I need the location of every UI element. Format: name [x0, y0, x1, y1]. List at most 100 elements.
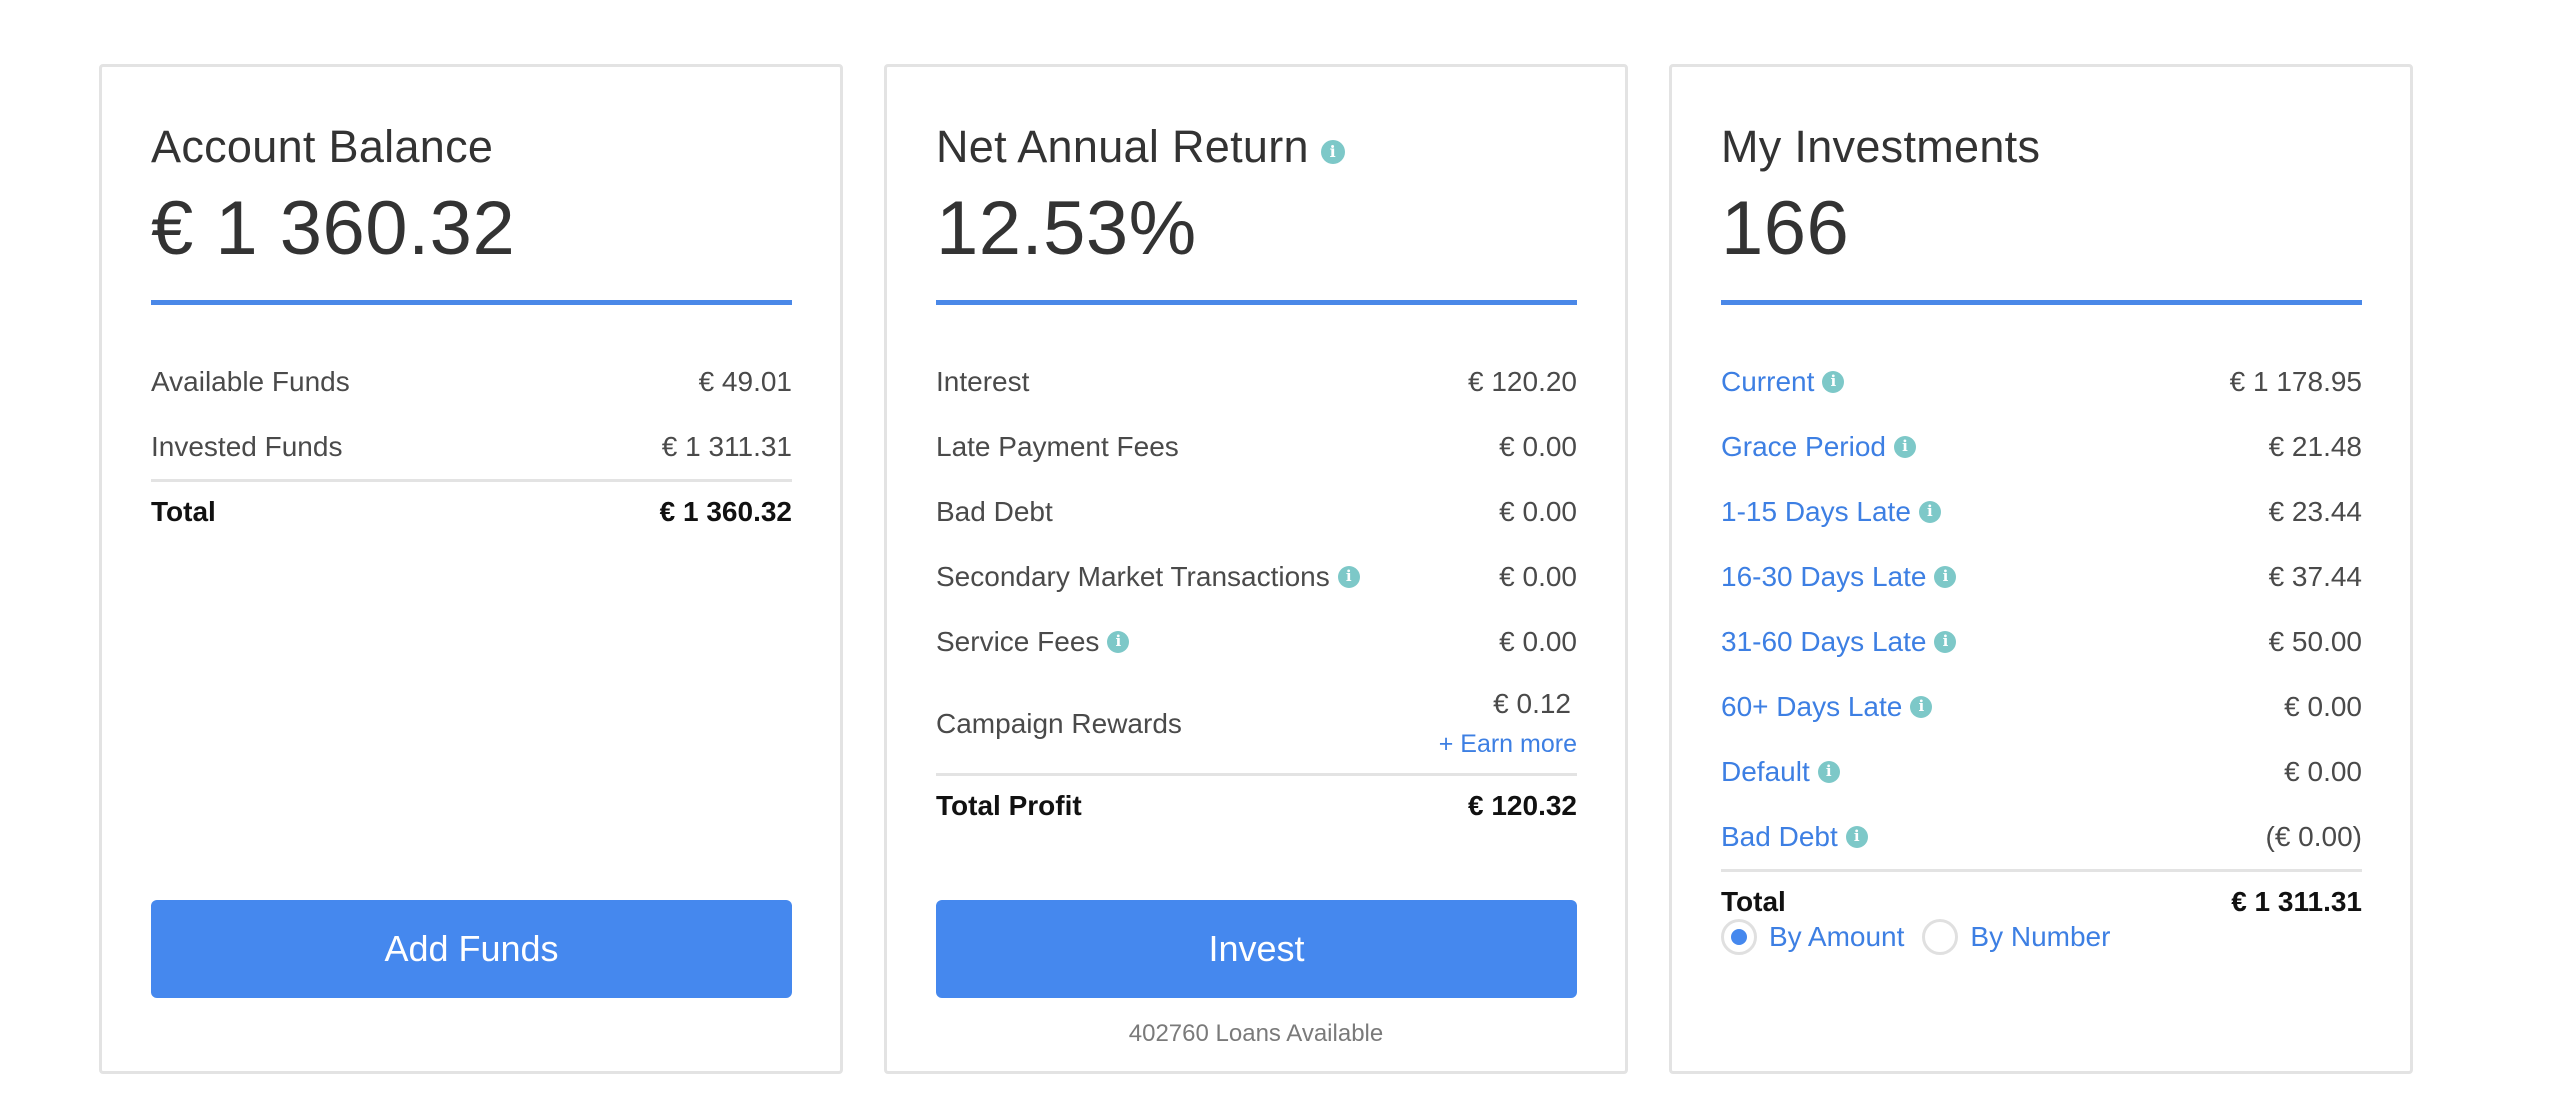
row-label[interactable]: 60+ Days Late i: [1721, 691, 1933, 723]
info-icon[interactable]: i: [1893, 435, 1916, 458]
row-bad-debt: Bad Debt € 0.00: [936, 479, 1577, 544]
invest-button[interactable]: Invest: [936, 900, 1577, 998]
row-1-15-days-late[interactable]: 1-15 Days Late i € 23.44: [1721, 479, 2362, 544]
my-investments-count: 166: [1721, 186, 1850, 271]
info-icon[interactable]: i: [1817, 760, 1840, 783]
divider: [151, 300, 792, 305]
row-label: Late Payment Fees: [936, 431, 1179, 463]
row-label-text: Interest: [936, 365, 1030, 397]
loans-available-text: 402760 Loans Available: [1128, 1020, 1384, 1047]
row-label: Invested Funds: [151, 430, 343, 462]
account-balance-rows: Available Funds € 49.01 Invested Funds €…: [151, 349, 792, 541]
account-balance-amount: € 1 360.32: [151, 186, 516, 271]
row-label: Available Funds: [151, 365, 350, 397]
row-label-text: Bad Debt: [936, 495, 1053, 527]
dashboard-cards: Account Balance € 1 360.32 Available Fun…: [99, 64, 2413, 1074]
radio-by-amount[interactable]: By Amount: [1721, 919, 1904, 955]
row-default[interactable]: Default i € 0.00: [1721, 739, 2362, 804]
row-label[interactable]: Default i: [1721, 756, 1840, 788]
info-icon[interactable]: i: [1918, 500, 1941, 523]
row-label-link[interactable]: 1-15 Days Late: [1721, 496, 1911, 528]
row-total-profit: Total Profit € 120.32: [936, 773, 1577, 835]
my-investments-rows: Current i € 1 178.95 Grace Period i € 21…: [1721, 349, 2362, 931]
info-icon[interactable]: i: [1337, 565, 1360, 588]
row-label[interactable]: Grace Period i: [1721, 431, 1916, 463]
row-campaign-rewards: Campaign Rewards € 0.12 + Earn more: [936, 674, 1577, 773]
add-funds-button[interactable]: Add Funds: [151, 900, 792, 998]
row-31-60-days-late[interactable]: 31-60 Days Late i € 50.00: [1721, 609, 2362, 674]
my-investments-title: My Investments: [1721, 121, 2040, 173]
row-label: Bad Debt: [936, 496, 1053, 528]
info-icon[interactable]: i: [1320, 140, 1345, 164]
row-label-link[interactable]: 60+ Days Late: [1721, 691, 1902, 723]
divider: [1721, 300, 2362, 305]
row-label[interactable]: 1-15 Days Late i: [1721, 496, 1941, 528]
row-value: € 0.00: [2284, 690, 2362, 722]
row-value: € 37.44: [2268, 560, 2362, 592]
row-label[interactable]: 31-60 Days Late i: [1721, 626, 1957, 658]
row-service-fees: Service Fees i € 0.00: [936, 609, 1577, 674]
net-annual-return-amount: 12.53%: [936, 186, 1197, 271]
info-icon[interactable]: i: [1845, 825, 1868, 848]
net-annual-return-title: Net Annual Return i: [936, 121, 1345, 173]
row-label-link[interactable]: 31-60 Days Late: [1721, 626, 1926, 658]
row-label: Secondary Market Transactions i: [936, 561, 1360, 593]
info-icon[interactable]: i: [1910, 695, 1933, 718]
row-label: Service Fees i: [936, 625, 1130, 658]
my-investments-title-text: My Investments: [1721, 121, 2041, 172]
total-label: Total: [151, 495, 216, 527]
row-current[interactable]: Current i € 1 178.95: [1721, 349, 2362, 414]
radio-label[interactable]: By Amount: [1769, 921, 1904, 953]
radio-by-number[interactable]: By Number: [1922, 919, 2110, 955]
earn-more-link[interactable]: + Earn more: [1439, 730, 1577, 759]
radio-button-checked[interactable]: [1721, 919, 1757, 955]
radio-button-unchecked[interactable]: [1922, 919, 1959, 955]
total-value: € 1 311.31: [2231, 885, 2362, 917]
row-label-link[interactable]: Bad Debt: [1721, 821, 1838, 853]
info-icon[interactable]: i: [1822, 370, 1845, 393]
account-balance-title-text: Account Balance: [151, 121, 494, 172]
info-icon[interactable]: i: [1934, 630, 1957, 653]
row-available-funds: Available Funds € 49.01: [151, 349, 792, 414]
row-interest: Interest € 120.20: [936, 349, 1577, 414]
net-annual-return-rows: Interest € 120.20 Late Payment Fees € 0.…: [936, 349, 1577, 835]
info-icon[interactable]: i: [1107, 630, 1130, 653]
row-label-link[interactable]: 16-30 Days Late: [1721, 561, 1926, 593]
radio-label[interactable]: By Number: [1970, 921, 2110, 953]
row-value: (€ 0.00): [2265, 820, 2363, 852]
info-icon[interactable]: i: [1934, 565, 1957, 588]
total-label: Total: [1721, 885, 1786, 917]
row-value: € 0.12: [1493, 688, 1571, 719]
row-label: Campaign Rewards: [936, 707, 1182, 739]
row-value: € 50.00: [2268, 625, 2362, 657]
row-label[interactable]: 16-30 Days Late i: [1721, 561, 1957, 593]
row-grace-period[interactable]: Grace Period i € 21.48: [1721, 414, 2362, 479]
row-label-link[interactable]: Current: [1721, 366, 1814, 398]
row-label-link[interactable]: Grace Period: [1721, 431, 1886, 463]
row-label-text: Service Fees: [936, 625, 1100, 657]
total-value: € 120.32: [1468, 789, 1577, 821]
total-label: Total Profit: [936, 789, 1082, 821]
row-label-text: Secondary Market Transactions: [936, 560, 1330, 592]
row-value: € 120.20: [1468, 365, 1577, 397]
row-value: € 0.00: [1499, 430, 1577, 462]
row-value: € 1 178.95: [2229, 365, 2362, 397]
total-value: € 1 360.32: [659, 495, 792, 527]
row-bad-debt[interactable]: Bad Debt i (€ 0.00): [1721, 804, 2362, 869]
row-value: € 1 311.31: [661, 430, 792, 462]
row-invested-funds: Invested Funds € 1 311.31: [151, 414, 792, 479]
row-value: € 23.44: [2268, 495, 2362, 527]
my-investments-card: My Investments 166 Current i € 1 178.95 …: [1669, 64, 2413, 1074]
row-value: € 49.01: [698, 365, 792, 397]
row-label-text: Late Payment Fees: [936, 430, 1179, 462]
row-value: € 21.48: [2268, 430, 2362, 462]
row-label[interactable]: Current i: [1721, 366, 1845, 398]
row-16-30-days-late[interactable]: 16-30 Days Late i € 37.44: [1721, 544, 2362, 609]
row-label[interactable]: Bad Debt i: [1721, 821, 1868, 853]
view-mode-radio-group: By Amount By Number: [1721, 919, 2128, 955]
row-60-plus-days-late[interactable]: 60+ Days Late i € 0.00: [1721, 674, 2362, 739]
row-total: Total € 1 360.32: [151, 479, 792, 541]
row-value: € 0.00: [2284, 755, 2362, 787]
account-balance-title: Account Balance: [151, 121, 493, 173]
row-label-link[interactable]: Default: [1721, 756, 1810, 788]
